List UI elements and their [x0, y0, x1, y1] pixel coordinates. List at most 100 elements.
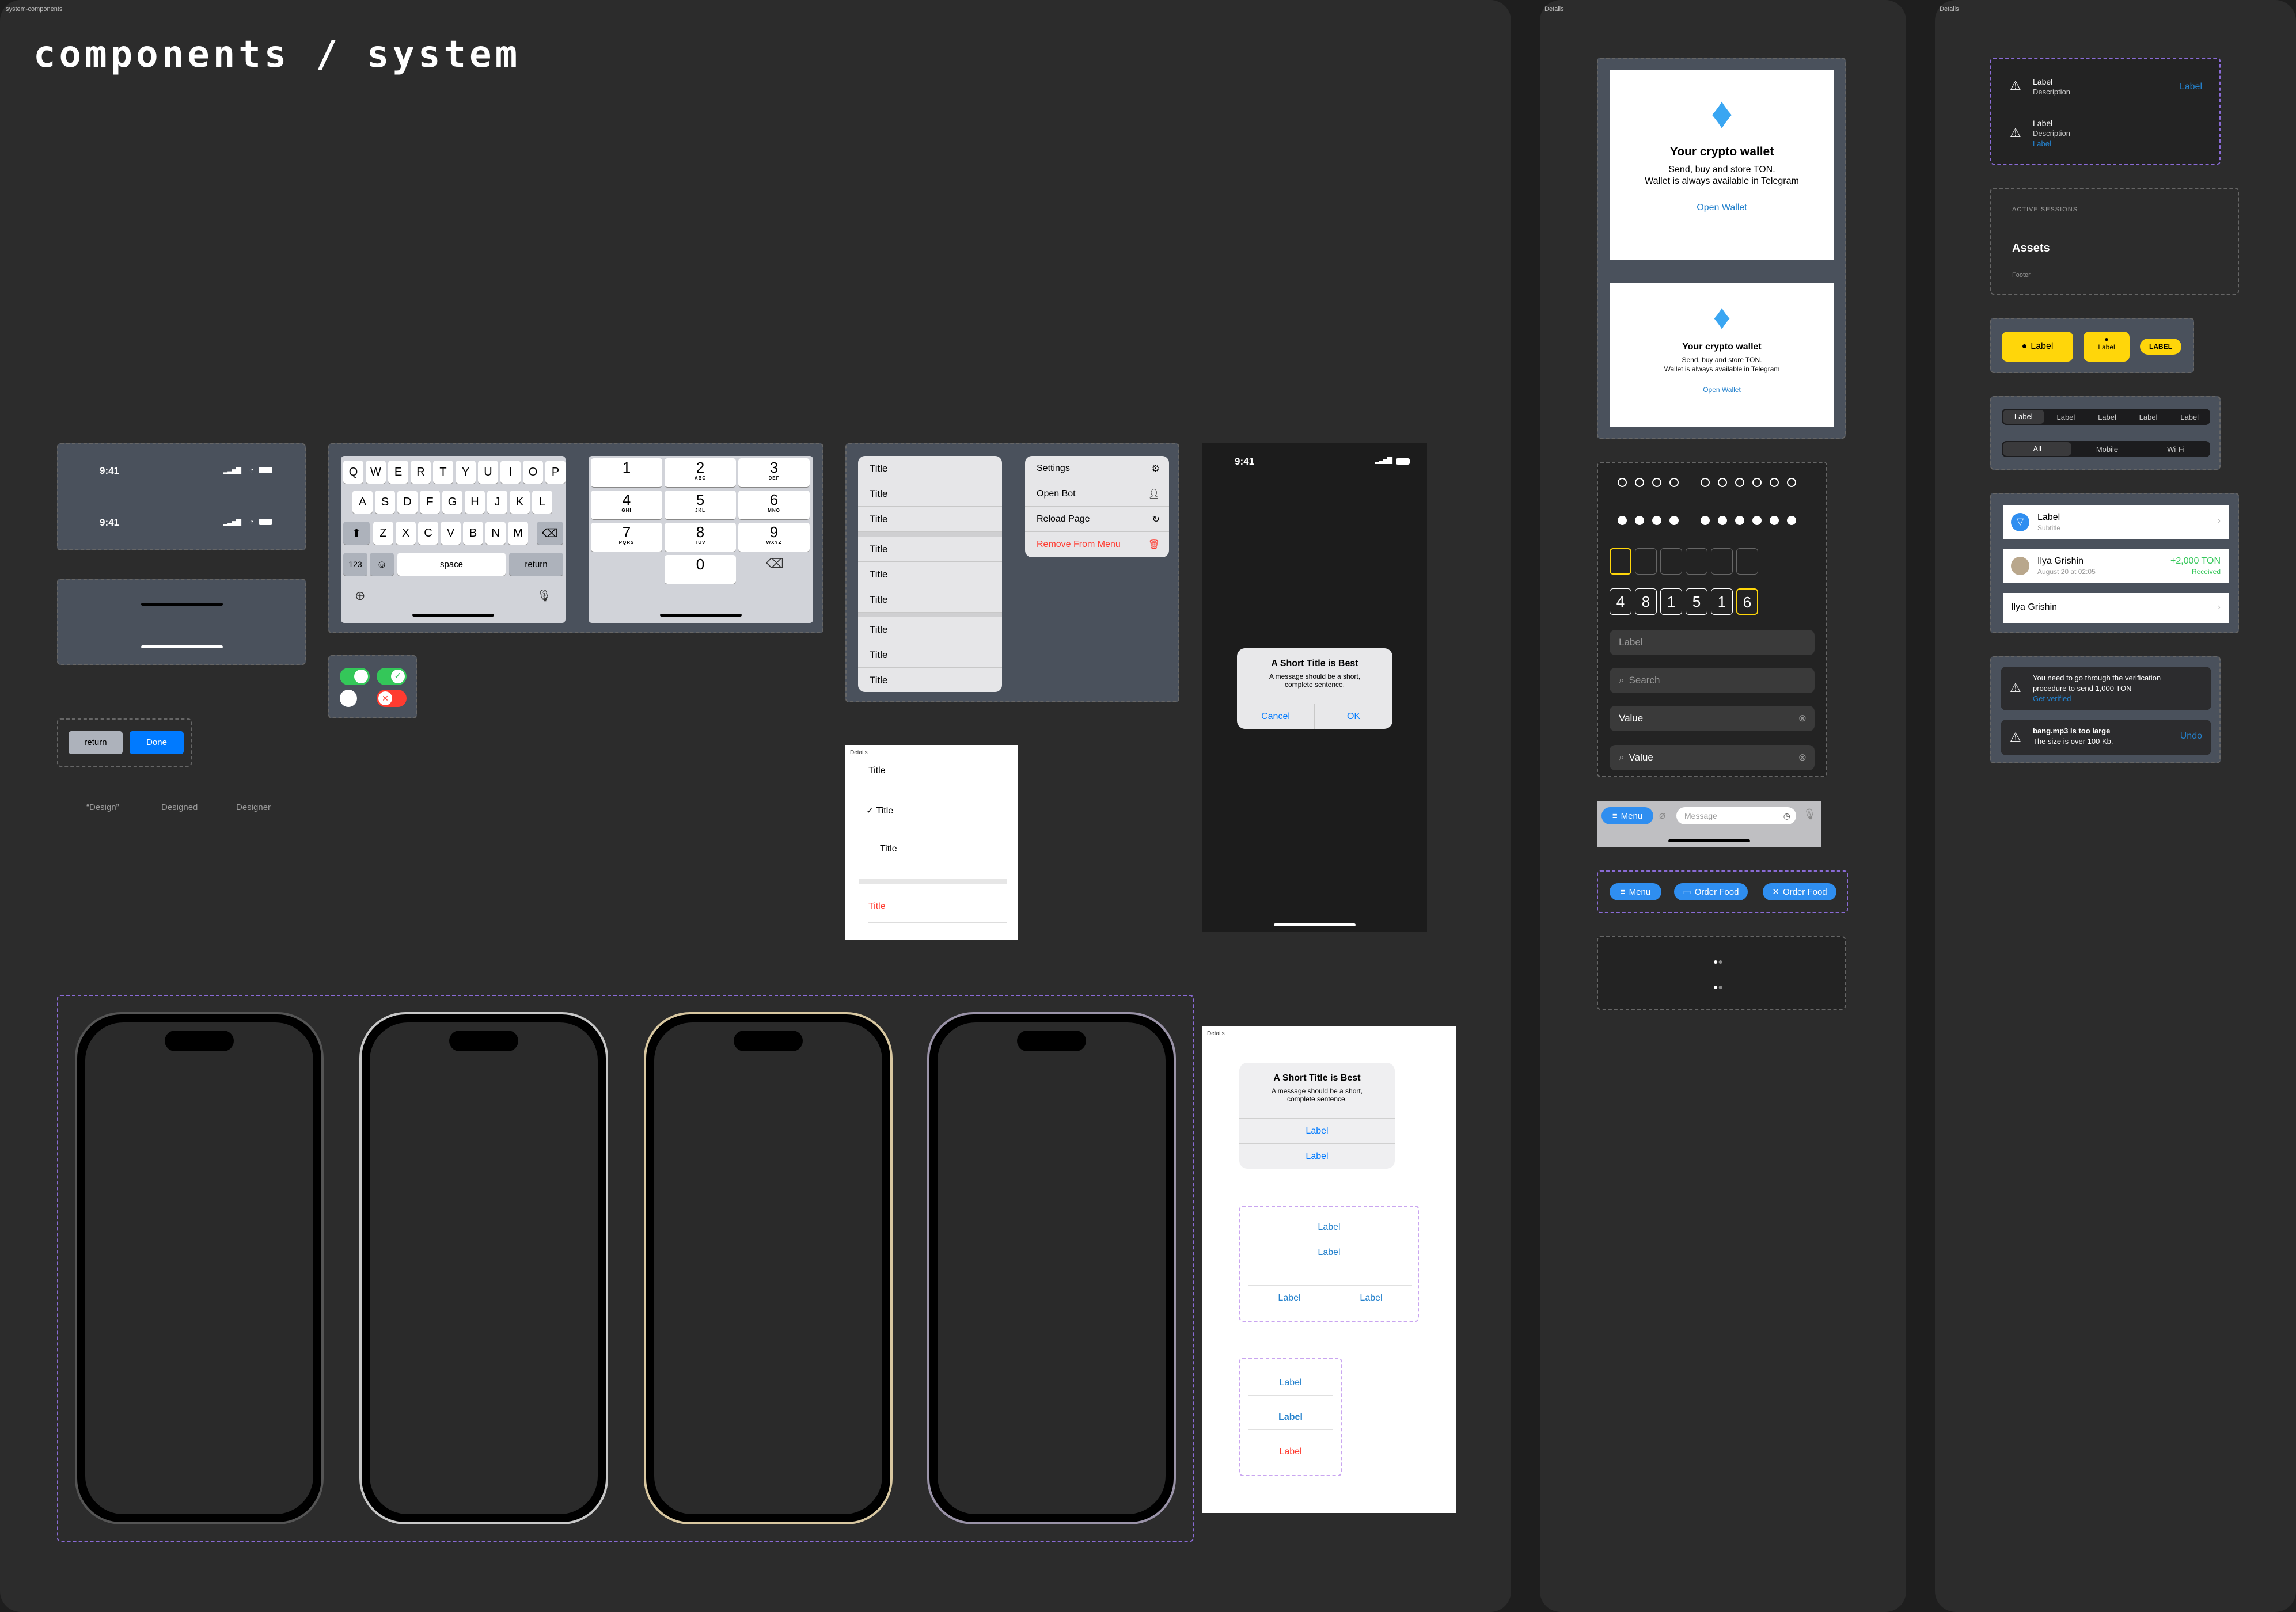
list-item-checked[interactable]: ✓ Title: [866, 805, 1007, 828]
action-button[interactable]: Label: [1330, 1285, 1412, 1310]
numbers-key[interactable]: 123: [343, 553, 367, 576]
order-food-chip[interactable]: ▭ Order Food: [1674, 883, 1748, 900]
letter-key[interactable]: E: [388, 461, 408, 484]
segment-option[interactable]: Wi-Fi: [2142, 445, 2210, 454]
space-key[interactable]: space: [397, 553, 506, 576]
code-cell[interactable]: [1660, 548, 1682, 575]
menu-chip[interactable]: ≡ Menu: [1610, 883, 1661, 900]
letter-key[interactable]: M: [508, 522, 528, 545]
segment-option[interactable]: Label: [2045, 413, 2087, 421]
open-wallet-link[interactable]: Open Wallet: [1610, 373, 1834, 394]
clear-icon[interactable]: ⊗: [1798, 752, 1807, 763]
letter-key[interactable]: Q: [343, 461, 363, 484]
letter-key[interactable]: D: [397, 491, 418, 514]
letter-key[interactable]: N: [485, 522, 506, 545]
number-key[interactable]: 8 TUV: [665, 523, 736, 552]
letter-key[interactable]: V: [441, 522, 461, 545]
shift-key[interactable]: ⬆: [343, 522, 370, 545]
menu-item[interactable]: Title: [858, 642, 1002, 668]
menu-item[interactable]: Title: [858, 562, 1002, 587]
number-key[interactable]: 5 JKL: [665, 491, 736, 519]
letter-key[interactable]: H: [465, 491, 485, 514]
alert-button[interactable]: Label: [1239, 1118, 1395, 1143]
code-cell[interactable]: [1711, 548, 1733, 575]
letter-key[interactable]: F: [420, 491, 440, 514]
letter-key[interactable]: T: [433, 461, 453, 484]
list-item-danger[interactable]: Title: [868, 902, 1007, 923]
action-button-danger[interactable]: Label: [1248, 1439, 1333, 1465]
yellow-chip[interactable]: LABEL: [2140, 339, 2181, 355]
attach-icon[interactable]: ⌀: [1659, 809, 1665, 822]
menu-item[interactable]: Title: [858, 481, 1002, 507]
letter-key[interactable]: Y: [456, 461, 476, 484]
microphone-icon[interactable]: 🎙︎: [1803, 808, 1816, 820]
code-digit[interactable]: 1: [1660, 588, 1682, 615]
letter-key[interactable]: I: [500, 461, 521, 484]
globe-icon[interactable]: ⊕: [355, 588, 365, 603]
letter-key[interactable]: X: [396, 522, 416, 545]
segment-option[interactable]: Mobile: [2073, 445, 2141, 454]
search-field[interactable]: ⌕ Search: [1610, 668, 1815, 693]
banner-action[interactable]: Label: [2180, 82, 2202, 92]
search-value-field[interactable]: ⌕ Value ⊗: [1610, 745, 1815, 770]
list-item[interactable]: Title: [880, 844, 1007, 866]
list-item[interactable]: Title: [868, 766, 1007, 788]
microphone-icon[interactable]: 🎙︎: [537, 588, 551, 603]
order-food-close-chip[interactable]: ✕ Order Food: [1763, 883, 1836, 900]
code-digit[interactable]: 4: [1610, 588, 1631, 615]
code-input-empty[interactable]: [1610, 548, 1758, 575]
label-field[interactable]: Label: [1610, 630, 1815, 655]
menu-item[interactable]: Title: [858, 668, 1002, 692]
letter-key[interactable]: Z: [373, 522, 393, 545]
return-button[interactable]: return: [69, 731, 123, 754]
section-item[interactable]: Assets: [2012, 242, 2050, 255]
toggle-off[interactable]: [340, 690, 357, 707]
yellow-button[interactable]: ● Label: [2002, 332, 2073, 362]
action-button[interactable]: Label: [1248, 1215, 1410, 1240]
segment-option[interactable]: Label: [2128, 413, 2169, 421]
letter-key[interactable]: L: [532, 491, 552, 514]
letter-key[interactable]: K: [510, 491, 530, 514]
letter-key[interactable]: W: [366, 461, 386, 484]
delete-key[interactable]: ⌫: [537, 522, 563, 545]
number-key[interactable]: 3 DEF: [738, 458, 810, 487]
number-key[interactable]: 1: [591, 458, 662, 487]
letter-key[interactable]: C: [418, 522, 438, 545]
segment-option[interactable]: Label: [2003, 410, 2044, 424]
letter-key[interactable]: R: [411, 461, 431, 484]
letter-key[interactable]: O: [523, 461, 543, 484]
letter-key[interactable]: J: [487, 491, 507, 514]
menu-item[interactable]: Title: [858, 456, 1002, 481]
alert-ok-button[interactable]: OK: [1315, 704, 1392, 729]
code-input-filled[interactable]: 481516: [1610, 588, 1758, 615]
menu-item[interactable]: Title: [858, 537, 1002, 562]
context-item-remove[interactable]: Remove From Menu 🗑︎: [1025, 532, 1169, 557]
toggle-on-check[interactable]: ✓: [377, 668, 407, 685]
number-key[interactable]: 0: [665, 555, 736, 584]
return-key[interactable]: return: [509, 553, 563, 576]
emoji-key[interactable]: ☺: [370, 553, 394, 576]
done-button[interactable]: Done: [130, 731, 184, 754]
number-key[interactable]: 7 PQRS: [591, 523, 662, 552]
code-digit[interactable]: 5: [1686, 588, 1707, 615]
number-key[interactable]: 2 ABC: [665, 458, 736, 487]
code-cell[interactable]: [1635, 548, 1657, 575]
letter-key[interactable]: B: [463, 522, 483, 545]
yellow-button-stacked[interactable]: ● Label: [2084, 332, 2130, 362]
undo-button[interactable]: Undo: [2180, 731, 2202, 742]
letter-key[interactable]: P: [545, 461, 566, 484]
open-wallet-link[interactable]: Open Wallet: [1610, 187, 1834, 213]
letter-key[interactable]: G: [442, 491, 462, 514]
number-key[interactable]: 4 GHI: [591, 491, 662, 519]
menu-item[interactable]: Title: [858, 587, 1002, 613]
cell-label[interactable]: ▽ Label Subtitle ›: [2003, 505, 2229, 539]
segmented-control[interactable]: All Mobile Wi-Fi: [2002, 441, 2210, 457]
letter-key[interactable]: U: [478, 461, 498, 484]
code-digit[interactable]: 1: [1711, 588, 1733, 615]
letter-key[interactable]: S: [375, 491, 395, 514]
action-button[interactable]: Label: [1248, 1240, 1410, 1265]
alert-cancel-button[interactable]: Cancel: [1237, 704, 1315, 729]
menu-item[interactable]: Title: [858, 507, 1002, 532]
context-item-reload[interactable]: Reload Page ↻: [1025, 507, 1169, 532]
context-item-settings[interactable]: Settings ⚙: [1025, 456, 1169, 481]
